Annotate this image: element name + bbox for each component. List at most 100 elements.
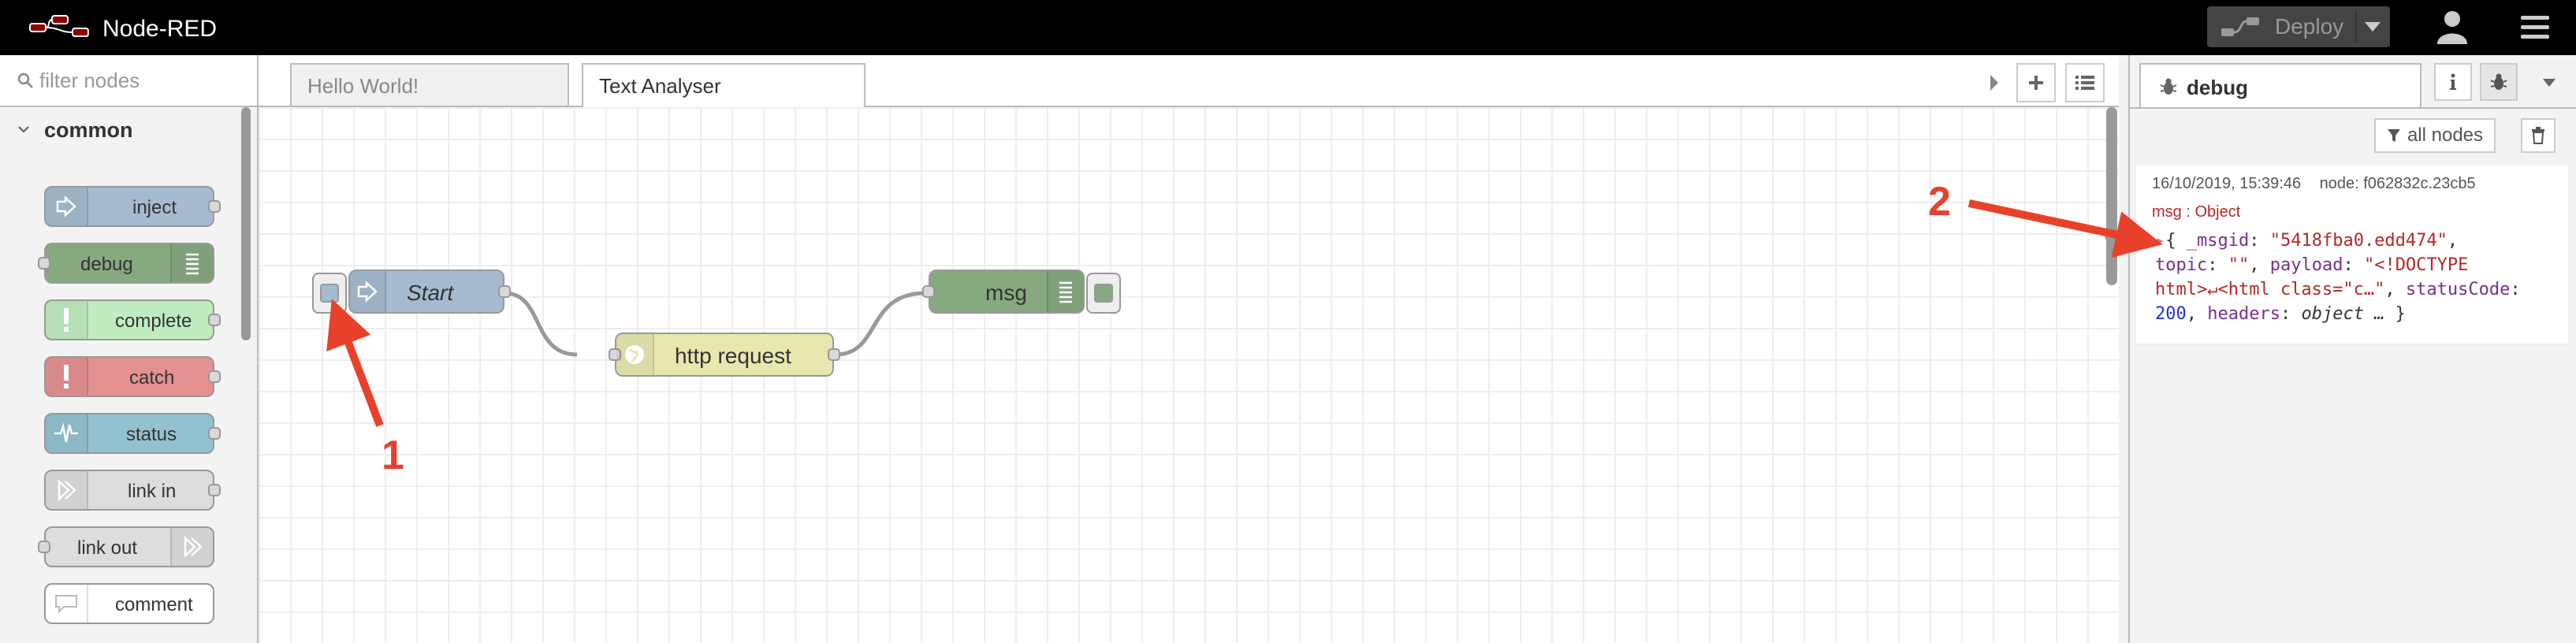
wires-layer	[504, 291, 926, 357]
msg-key: headers	[2207, 304, 2280, 324]
filter-all-nodes-button[interactable]: all nodes	[2374, 118, 2496, 153]
hamburger-menu-icon[interactable]	[2519, 14, 2551, 41]
palette-scrollbar[interactable]	[241, 107, 251, 340]
inject-button-square	[320, 284, 339, 303]
msg-value: 200	[2155, 304, 2187, 324]
msg-value: html>↵<html class="c…"	[2155, 280, 2385, 299]
output-port[interactable]	[498, 285, 511, 298]
workspace-scrollbar[interactable]	[2106, 107, 2117, 285]
annotation-number-1: 1	[382, 433, 404, 478]
header-bar: Node-RED Deploy	[0, 0, 2576, 55]
wire-http-to-msg	[835, 291, 926, 357]
plus-icon	[2029, 76, 2043, 90]
clear-debug-button[interactable]	[2521, 118, 2556, 153]
caret-down-icon	[2543, 79, 2556, 87]
deploy-icon	[2221, 17, 2259, 36]
expand-triangle-icon[interactable]: ▸	[2155, 231, 2165, 251]
flow-node-start[interactable]: Start	[348, 269, 511, 314]
node-palette: common inject debug complete catch	[0, 55, 259, 643]
input-port[interactable]	[922, 285, 935, 298]
debug-message: 16/10/2019, 15:39:46 node: f062832c.23cb…	[2136, 165, 2568, 345]
tab-text-analyser[interactable]: Text Analyser	[582, 63, 865, 107]
palette-node-link-in[interactable]: link in	[44, 470, 221, 511]
palette-node-status[interactable]: status	[44, 413, 221, 454]
filter-nodes-input[interactable]	[38, 66, 246, 95]
flow-list-button[interactable]	[2065, 63, 2105, 102]
palette-node-label: debug	[80, 254, 133, 275]
deploy-button[interactable]: Deploy	[2207, 6, 2390, 47]
deploy-divider	[2355, 11, 2357, 43]
palette-node-comment[interactable]: comment	[44, 583, 214, 624]
flow-node-msg-debug[interactable]: msg	[922, 269, 1085, 314]
tab-hello-world[interactable]: Hello World!	[290, 63, 569, 106]
palette-node-label: link out	[77, 537, 138, 559]
sidebar-menu-caret[interactable]	[2540, 77, 2559, 93]
flow-node-label: http request	[675, 344, 791, 368]
palette-node-inject[interactable]: inject	[44, 186, 221, 227]
debug-message-meta: 16/10/2019, 15:39:46 node: f062832c.23cb…	[2152, 175, 2490, 193]
chevron-right-icon	[1990, 75, 1998, 91]
flow-workspace[interactable]: Start http request msg	[259, 107, 2119, 643]
chevron-down-icon	[18, 126, 29, 133]
exclamation-icon	[46, 358, 88, 396]
msg-value: object …	[2301, 304, 2385, 324]
globe-icon	[616, 334, 654, 375]
input-port	[38, 257, 50, 269]
tab-debug[interactable]: debug	[2139, 63, 2422, 107]
debug-node-id[interactable]: node: f062832c.23cb5	[2320, 175, 2476, 192]
inject-trigger-button[interactable]	[312, 273, 347, 314]
debug-list-icon	[1047, 271, 1083, 312]
debug-message-body[interactable]: ▸{ _msgid: "5418fba0.edd474", topic: "",…	[2155, 229, 2565, 326]
category-common-header[interactable]: common	[0, 107, 236, 151]
debug-message-type: msg : Object	[2152, 203, 2241, 221]
node-red-logo-icon	[29, 15, 89, 37]
annotation-number-2: 2	[1928, 179, 1951, 225]
palette-node-debug[interactable]: debug	[38, 243, 214, 284]
palette-node-label: complete	[115, 310, 192, 332]
link-out-icon	[170, 528, 213, 566]
flow-node-label: msg	[985, 281, 1027, 305]
msg-key: statusCode	[2405, 280, 2511, 299]
debug-toolbar: all nodes	[2130, 107, 2576, 162]
sidebar-tab-label: debug	[2187, 76, 2248, 99]
trash-icon	[2532, 127, 2544, 144]
debug-sidebar: debug all nodes 16/10/2019, 15:39:46 nod…	[2128, 55, 2576, 643]
msg-value: "<!DOCTYPE	[2363, 255, 2469, 275]
workspace-tabbar: Hello World! Text Analyser	[259, 55, 2119, 107]
debug-tab-button[interactable]	[2480, 63, 2518, 101]
palette-node-link-out[interactable]: link out	[38, 526, 214, 567]
output-port	[208, 314, 221, 326]
debug-timestamp: 16/10/2019, 15:39:46	[2152, 175, 2302, 192]
deploy-label: Deploy	[2275, 14, 2344, 39]
inject-arrow-icon	[350, 271, 386, 312]
palette-search	[0, 55, 257, 107]
output-port	[208, 484, 221, 496]
output-port	[208, 427, 221, 440]
bug-icon	[2160, 78, 2177, 95]
debug-toggle-button[interactable]	[1086, 273, 1121, 314]
add-flow-button[interactable]	[2016, 63, 2056, 102]
link-in-icon	[46, 471, 88, 509]
flow-node-http-request[interactable]: http request	[609, 333, 840, 377]
inject-arrow-icon	[46, 188, 88, 225]
palette-node-catch[interactable]: catch	[44, 356, 221, 397]
caret-down-icon[interactable]	[2363, 19, 2382, 35]
filter-icon	[2387, 129, 2400, 142]
tab-label: Hello World!	[307, 74, 419, 98]
search-icon	[17, 72, 33, 88]
palette-node-label: catch	[129, 367, 175, 388]
sidebar-resize-handle[interactable]	[2105, 221, 2111, 252]
output-port	[208, 200, 221, 213]
msg-key: payload	[2269, 255, 2343, 275]
output-port[interactable]	[828, 348, 840, 361]
output-port	[208, 370, 221, 383]
flow-node-label: Start	[407, 281, 454, 305]
bug-icon	[2490, 73, 2507, 90]
input-port	[38, 541, 50, 553]
info-tab-button[interactable]	[2434, 63, 2472, 101]
palette-node-complete[interactable]: complete	[44, 299, 221, 340]
palette-node-label: comment	[115, 594, 193, 615]
debug-list-icon	[170, 244, 213, 282]
scroll-tabs-right-button[interactable]	[1982, 63, 2007, 102]
user-icon[interactable]	[2436, 9, 2469, 44]
